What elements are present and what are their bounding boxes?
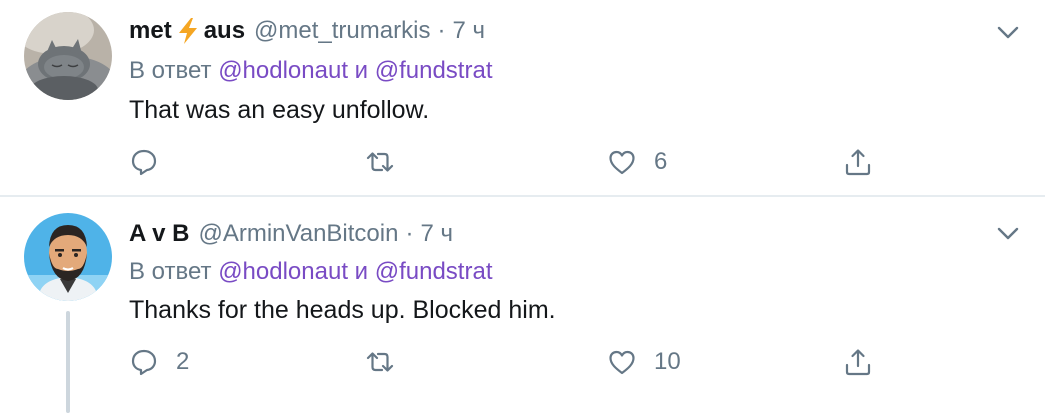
avatar[interactable] (24, 213, 112, 301)
reply-prefix: В ответ (129, 258, 212, 285)
share-icon (845, 149, 871, 176)
action-bar: 6 (129, 145, 889, 179)
mention-conjunction: и (354, 258, 369, 285)
reply-button[interactable] (129, 145, 176, 179)
reply-context: В ответ @hodlonaut и @fundstrat (129, 56, 492, 86)
retweet-icon (366, 152, 394, 172)
separator-dot: · (405, 220, 414, 247)
tweet-header: A v B @ArminVanBitcoin · 7 ч (129, 219, 453, 249)
tweet-header: met aus @met_trumarkis · 7 ч (129, 16, 485, 46)
reply-icon (131, 349, 157, 376)
like-count: 6 (654, 148, 668, 175)
reply-prefix: В ответ (129, 57, 212, 84)
user-handle[interactable]: @ArminVanBitcoin (198, 219, 398, 249)
like-count: 10 (654, 348, 681, 375)
like-button[interactable]: 6 (607, 145, 667, 179)
chevron-down-icon[interactable] (997, 26, 1019, 40)
reply-count: 2 (176, 348, 190, 375)
chevron-down-icon[interactable] (997, 227, 1019, 241)
reply-icon (131, 149, 157, 176)
like-button[interactable]: 10 (607, 345, 681, 379)
mention-link[interactable]: @fundstrat (375, 258, 493, 285)
share-button[interactable] (843, 345, 873, 379)
lightning-bolt-icon (178, 18, 197, 44)
reply-button[interactable]: 2 (129, 345, 189, 379)
retweet-button[interactable] (365, 145, 412, 179)
display-name[interactable]: A v B (129, 219, 189, 249)
display-name-part: aus (203, 17, 246, 44)
display-name-part: met (129, 17, 172, 44)
share-button[interactable] (843, 145, 873, 179)
share-icon (845, 349, 871, 376)
timestamp[interactable]: 7 ч (452, 16, 485, 46)
mention-link[interactable]: @hodlonaut (218, 57, 348, 84)
retweet-icon (366, 352, 394, 372)
thread-line (66, 311, 70, 413)
heart-icon (609, 350, 635, 375)
avatar[interactable] (24, 12, 112, 100)
reply-context: В ответ @hodlonaut и @fundstrat (129, 257, 492, 287)
mention-conjunction: и (354, 57, 369, 84)
timestamp[interactable]: 7 ч (420, 219, 453, 249)
tweet[interactable]: met aus @met_trumarkis · 7 ч В ответ @ho… (0, 0, 1045, 197)
user-handle[interactable]: @met_trumarkis (254, 16, 430, 46)
heart-icon (609, 150, 635, 175)
mention-link[interactable]: @hodlonaut (218, 258, 348, 285)
display-name[interactable]: met aus (129, 16, 245, 46)
retweet-button[interactable] (365, 345, 412, 379)
action-bar: 2 10 (129, 345, 889, 379)
tweet-text: Thanks for the heads up. Blocked him. (129, 296, 556, 324)
tweet[interactable]: A v B @ArminVanBitcoin · 7 ч В ответ @ho… (0, 199, 1045, 413)
tweet-text: That was an easy unfollow. (129, 96, 430, 124)
mention-link[interactable]: @fundstrat (375, 57, 493, 84)
separator-dot: · (437, 17, 446, 44)
